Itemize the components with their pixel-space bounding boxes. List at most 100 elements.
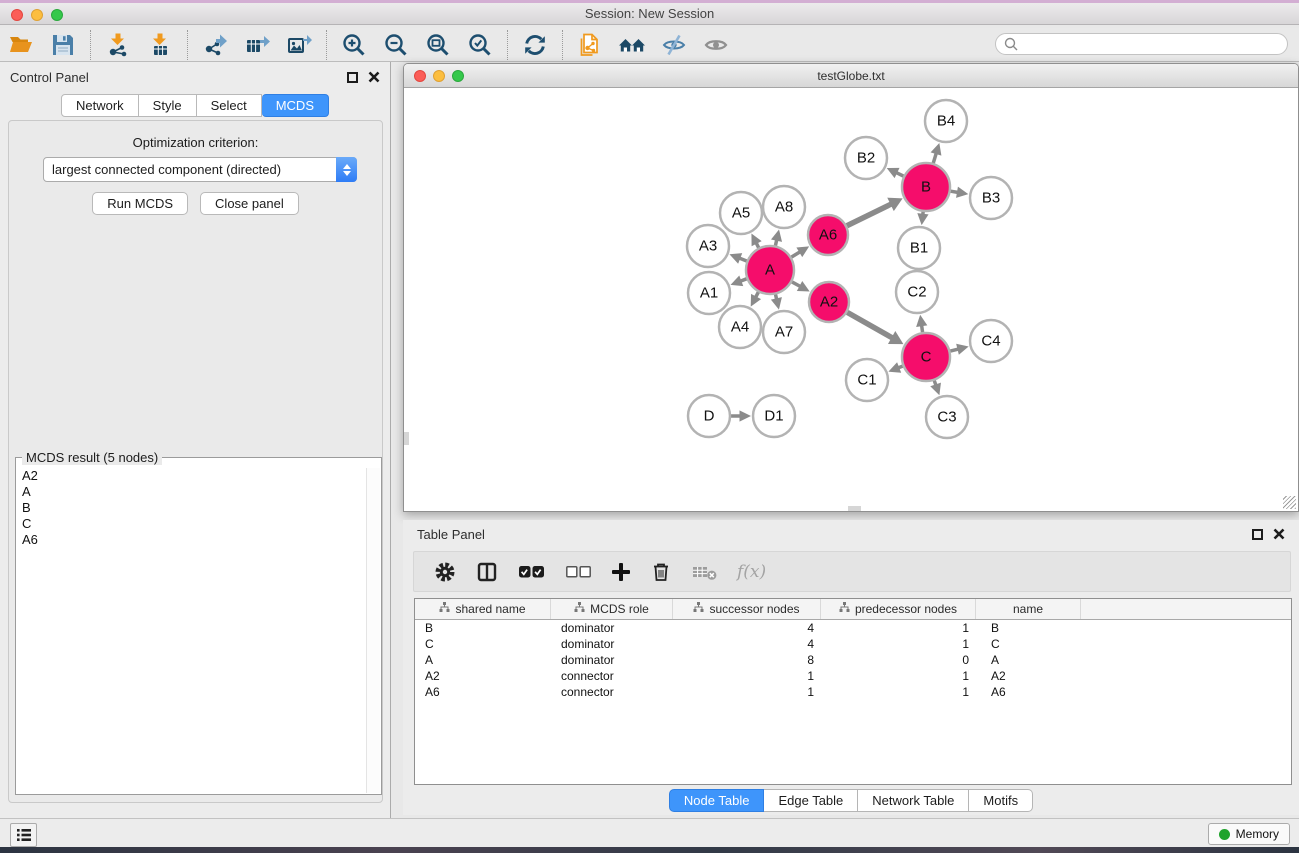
minimize-window-icon[interactable] (31, 9, 43, 21)
hide-selected-icon[interactable] (657, 30, 691, 60)
table-cell[interactable]: 8 (673, 652, 821, 668)
zoom-fit-icon[interactable] (421, 30, 455, 60)
table-cell[interactable]: dominator (551, 636, 673, 652)
refresh-view-icon[interactable] (518, 30, 552, 60)
column-header-predecessor-nodes[interactable]: predecessor nodes (821, 599, 976, 619)
close-window-icon[interactable] (11, 9, 23, 21)
table-cell[interactable]: 1 (821, 636, 976, 652)
column-header-name[interactable]: name (976, 599, 1081, 619)
table-cell[interactable]: 0 (821, 652, 976, 668)
tab-network[interactable]: Network (61, 94, 139, 117)
table-cell[interactable]: 1 (673, 684, 821, 700)
home-view-icon[interactable] (615, 30, 649, 60)
table-cell[interactable]: A (976, 652, 1081, 668)
graph-edge-A6-B[interactable] (847, 204, 892, 226)
search-input[interactable] (1019, 35, 1287, 53)
window-resize-grip[interactable] (1283, 496, 1296, 509)
table-cell[interactable]: 1 (821, 684, 976, 700)
close-panel-button[interactable]: Close panel (200, 192, 299, 215)
table-cell[interactable]: connector (551, 684, 673, 700)
network-maximize-icon[interactable] (452, 70, 464, 82)
table-cell[interactable]: B (415, 620, 551, 636)
network-canvas[interactable]: AA1A2A3A4A5A6A7A8BB1B2B3B4CC1C2C3C4DD1 (404, 88, 1298, 511)
add-column-icon[interactable] (612, 563, 630, 581)
task-history-button[interactable] (10, 823, 37, 847)
table-cell[interactable]: A6 (415, 684, 551, 700)
open-file-icon[interactable] (4, 30, 38, 60)
float-panel-icon[interactable] (347, 72, 358, 83)
network-close-icon[interactable] (414, 70, 426, 82)
column-header-shared-name[interactable]: shared name (415, 599, 551, 619)
result-item[interactable]: A (17, 484, 366, 500)
column-header-successor-nodes[interactable]: successor nodes (673, 599, 821, 619)
column-header-MCDS-role[interactable]: MCDS role (551, 599, 673, 619)
zoom-in-icon[interactable] (337, 30, 371, 60)
canvas-h-scroll-tick[interactable] (848, 506, 861, 511)
select-all-icon[interactable] (518, 565, 545, 579)
network-minimize-icon[interactable] (433, 70, 445, 82)
result-item[interactable]: A2 (17, 468, 366, 484)
graph-edge-A-A6[interactable] (791, 252, 800, 258)
deselect-all-icon[interactable] (565, 565, 592, 579)
result-scrollbar[interactable] (366, 468, 380, 793)
table-cell[interactable]: A2 (415, 668, 551, 684)
table-cell[interactable]: 4 (673, 620, 821, 636)
tab-mcds[interactable]: MCDS (262, 94, 329, 117)
tab-network-table[interactable]: Network Table (858, 789, 969, 812)
table-row[interactable]: A2connector11A2 (415, 668, 1291, 684)
graph-edge-B-B4[interactable] (933, 153, 936, 163)
tab-motifs[interactable]: Motifs (969, 789, 1033, 812)
network-from-file-icon[interactable] (573, 30, 607, 60)
tab-style[interactable]: Style (139, 94, 197, 117)
table-cell[interactable]: C (976, 636, 1081, 652)
table-cell[interactable]: 4 (673, 636, 821, 652)
graph-edge-A-A2[interactable] (792, 282, 801, 287)
result-item[interactable]: B (17, 500, 366, 516)
tab-select[interactable]: Select (197, 94, 262, 117)
close-panel-icon[interactable] (368, 71, 380, 83)
delete-columns-icon[interactable] (650, 561, 672, 583)
table-close-panel-icon[interactable] (1273, 528, 1285, 540)
table-row[interactable]: Bdominator41B (415, 620, 1291, 636)
network-window-titlebar[interactable]: testGlobe.txt (404, 64, 1298, 88)
show-columns-icon[interactable] (476, 561, 498, 583)
tab-edge-table[interactable]: Edge Table (764, 789, 858, 812)
table-cell[interactable]: A (415, 652, 551, 668)
result-item[interactable]: A6 (17, 532, 366, 548)
show-all-icon[interactable] (699, 30, 733, 60)
save-session-icon[interactable] (46, 30, 80, 60)
table-cell[interactable]: 1 (673, 668, 821, 684)
import-network-icon[interactable] (101, 30, 135, 60)
search-field[interactable] (995, 33, 1288, 55)
memory-button[interactable]: Memory (1208, 823, 1290, 845)
table-float-panel-icon[interactable] (1252, 529, 1263, 540)
mcds-result-list[interactable]: A2ABCA6 (17, 468, 366, 793)
maximize-window-icon[interactable] (51, 9, 63, 21)
table-cell[interactable]: dominator (551, 620, 673, 636)
result-item[interactable]: C (17, 516, 366, 532)
graph-edge-A2-C[interactable] (847, 312, 893, 338)
import-table-icon[interactable] (143, 30, 177, 60)
graph-node-label-B3: B3 (982, 190, 1000, 207)
table-cell[interactable]: connector (551, 668, 673, 684)
run-mcds-button[interactable]: Run MCDS (92, 192, 188, 215)
zoom-selected-icon[interactable] (463, 30, 497, 60)
table-cell[interactable]: C (415, 636, 551, 652)
settings-gear-icon[interactable] (434, 561, 456, 583)
table-cell[interactable]: 1 (821, 668, 976, 684)
zoom-out-icon[interactable] (379, 30, 413, 60)
table-cell[interactable]: dominator (551, 652, 673, 668)
table-cell[interactable]: B (976, 620, 1081, 636)
export-table-icon[interactable] (240, 30, 274, 60)
export-network-icon[interactable] (198, 30, 232, 60)
table-row[interactable]: Cdominator41C (415, 636, 1291, 652)
canvas-v-scroll-tick[interactable] (404, 432, 409, 445)
criterion-select[interactable]: largest connected component (directed) (43, 157, 357, 182)
table-row[interactable]: A6connector11A6 (415, 684, 1291, 700)
table-cell[interactable]: 1 (821, 620, 976, 636)
table-cell[interactable]: A2 (976, 668, 1081, 684)
tab-node-table[interactable]: Node Table (669, 789, 765, 812)
export-image-icon[interactable] (282, 30, 316, 60)
table-row[interactable]: Adominator80A (415, 652, 1291, 668)
table-cell[interactable]: A6 (976, 684, 1081, 700)
